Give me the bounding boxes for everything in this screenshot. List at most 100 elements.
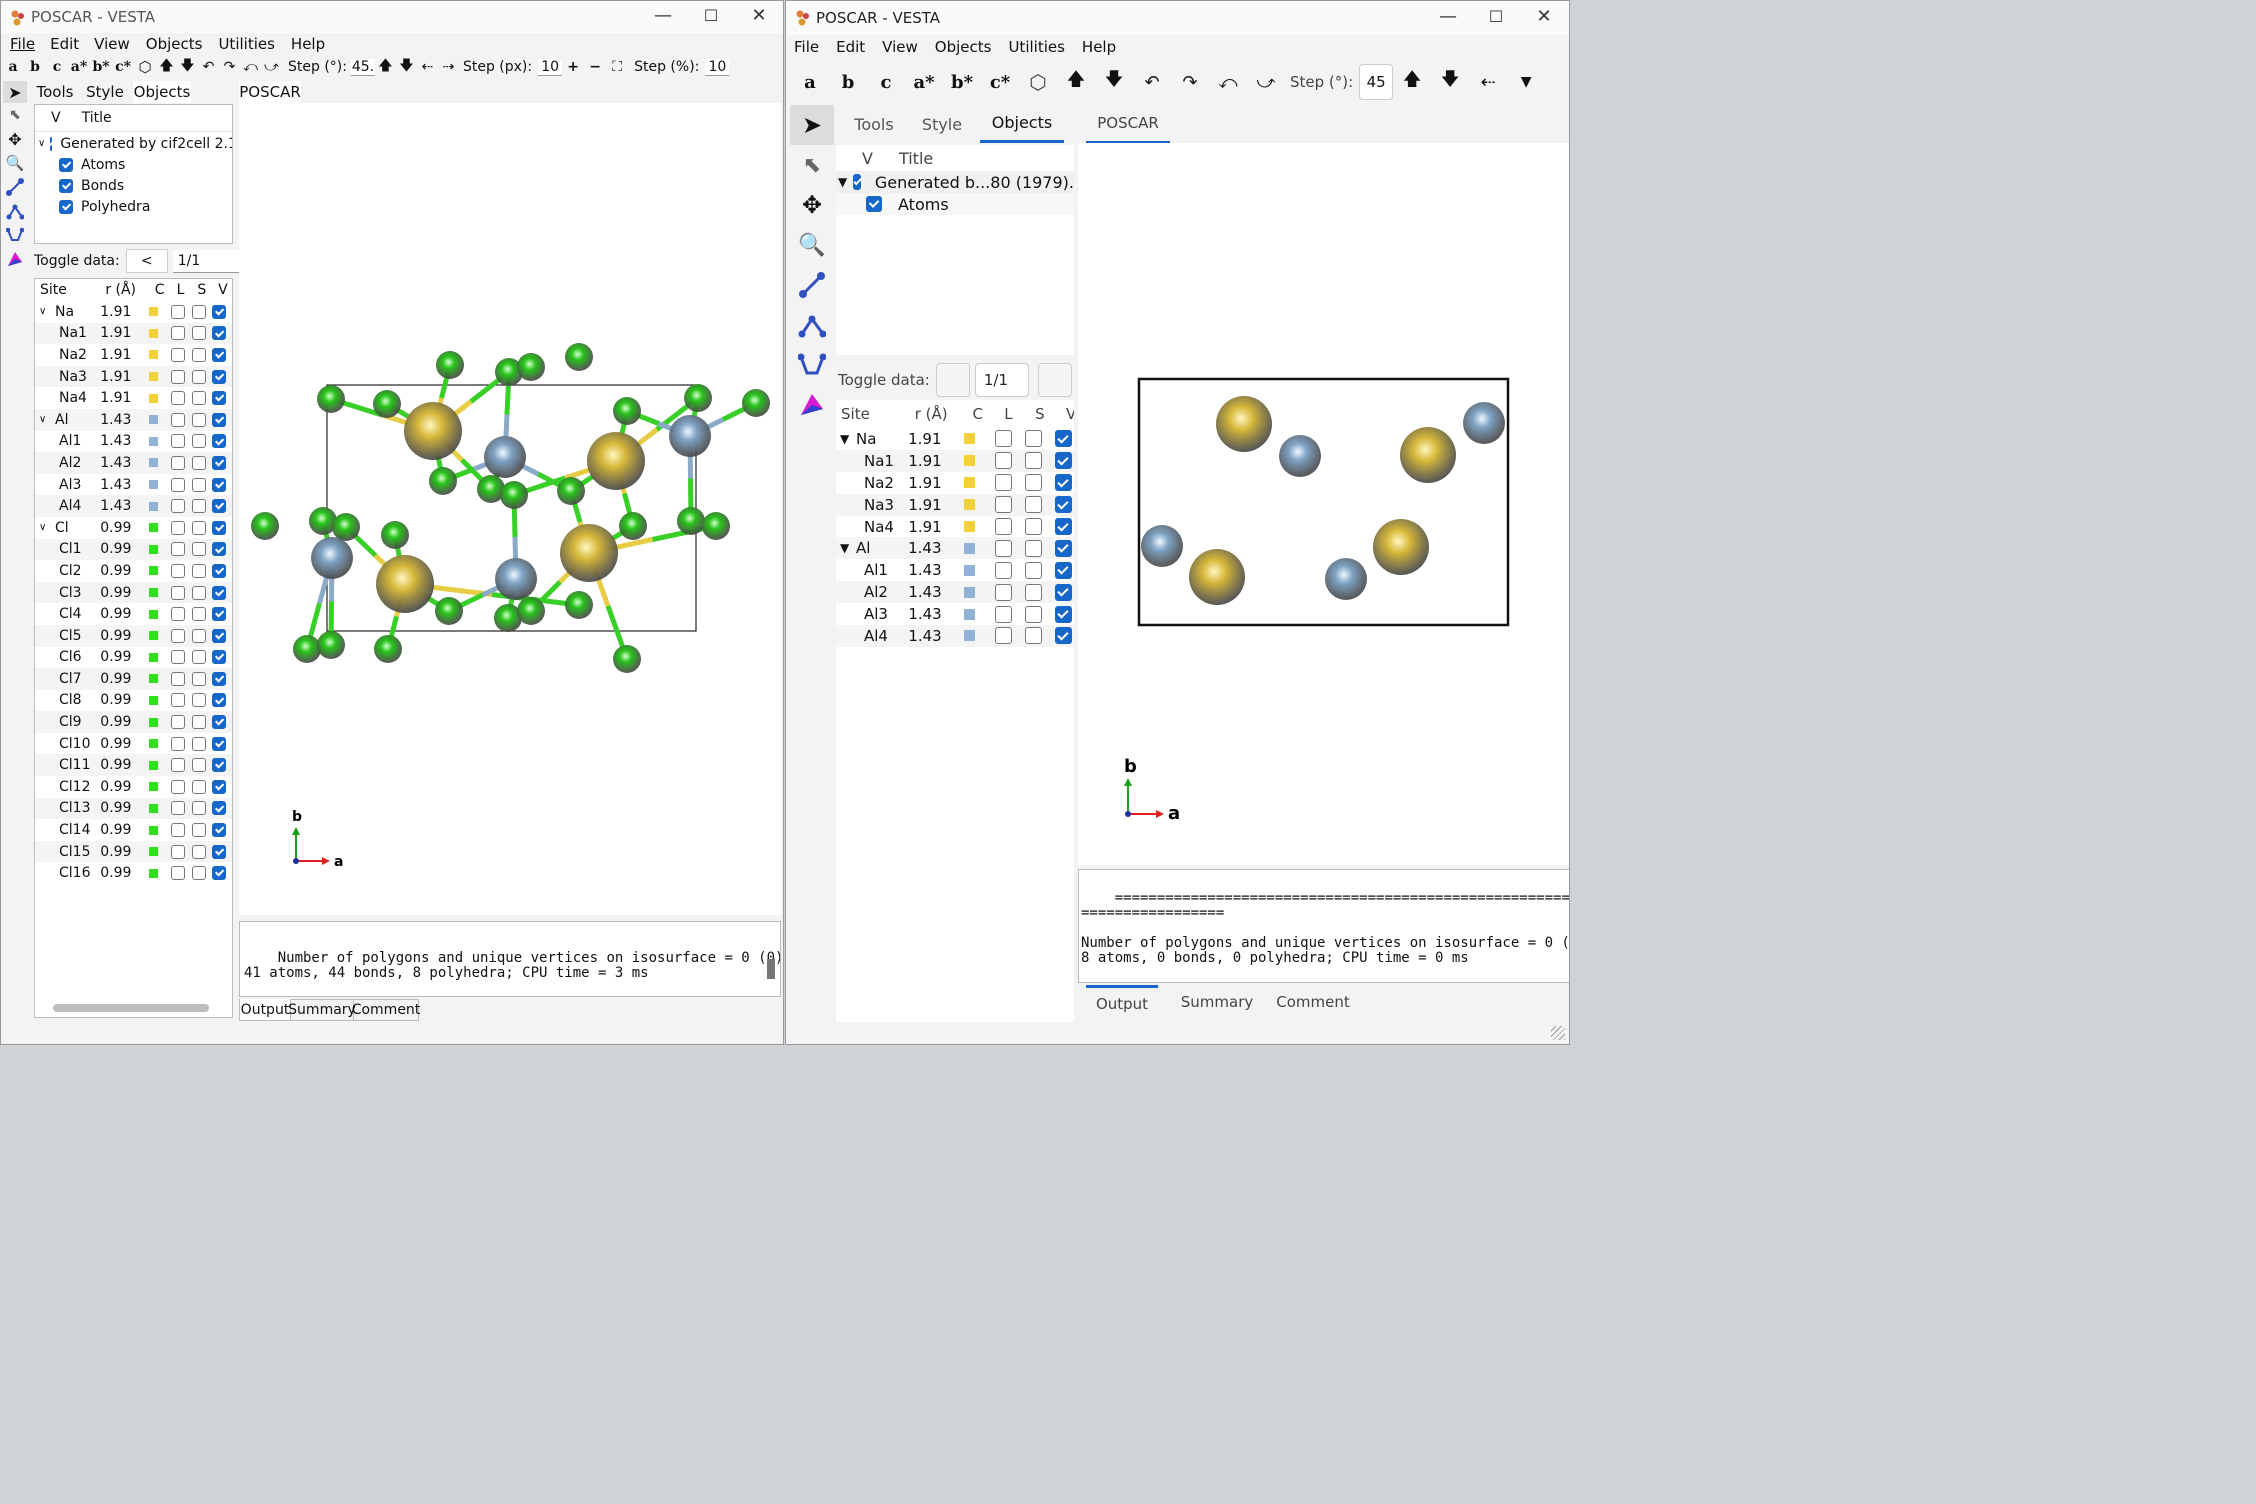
tab-objects[interactable]: Objects [980,105,1064,143]
tree-row-root[interactable]: ▼ Generated b...80 (1979). [836,171,1074,193]
rotate-cw-icon[interactable]: ⤻ [1247,72,1285,93]
site-row[interactable]: Na3 1.91 [836,493,1074,516]
site-row[interactable]: ▼ Na 1.91 [836,428,1074,450]
label-checkbox[interactable] [171,736,186,751]
color-cell[interactable] [149,480,171,490]
step-deg-input[interactable]: 45 [1359,64,1394,100]
color-cell[interactable] [149,415,171,425]
visible-checkbox[interactable] [212,607,227,622]
horizontal-scrollbar[interactable] [53,1004,209,1012]
tree-row-bonds[interactable]: Bonds [35,175,232,196]
maximize-button[interactable]: ☐ [689,1,733,33]
visible-checkbox[interactable] [212,823,227,838]
view-a-button[interactable]: a [2,59,24,75]
magnify-tool-icon[interactable]: 🔍 [3,151,27,175]
site-row[interactable]: Al3 1.43 [35,474,232,496]
style-checkbox[interactable] [191,412,206,427]
visible-checkbox[interactable] [1054,430,1072,448]
style-checkbox[interactable] [191,823,206,838]
right-structure-viewer[interactable]: ba [1078,143,1569,865]
style-checkbox[interactable] [191,477,206,492]
site-row[interactable]: Na1 1.91 [35,322,232,345]
select-tool-icon[interactable]: ➤ [790,105,834,145]
label-checkbox[interactable] [995,627,1013,645]
style-checkbox[interactable] [1024,474,1042,492]
tree-row-polyhedra[interactable]: Polyhedra [35,196,232,217]
color-cell[interactable] [964,630,995,642]
style-checkbox[interactable] [191,347,206,362]
label-checkbox[interactable] [995,583,1013,601]
style-checkbox[interactable] [1024,518,1042,535]
color-cell[interactable] [964,477,995,489]
color-cell[interactable] [964,433,995,445]
site-row[interactable]: Na4 1.91 [35,387,232,409]
site-row[interactable]: Cl2 0.99 [35,560,232,582]
style-checkbox[interactable] [191,585,206,600]
menu-edit[interactable]: Edit [50,35,79,53]
tab-comment[interactable]: Comment [1268,985,1358,1019]
color-cell[interactable] [149,739,171,749]
color-cell[interactable] [149,436,171,446]
style-checkbox[interactable] [191,866,206,881]
site-row[interactable]: Cl10 0.99 [35,733,232,755]
tab-tools[interactable]: Tools [836,105,912,143]
tab-output[interactable]: Output [1086,985,1158,1019]
visible-checkbox[interactable] [212,628,227,643]
style-checkbox[interactable] [191,628,206,643]
site-row[interactable]: Cl8 0.99 [35,690,232,712]
view-c-star-button[interactable]: c* [112,59,134,75]
visible-checkbox[interactable] [212,304,227,319]
site-row[interactable]: Na3 1.91 [35,365,232,388]
expand-icon[interactable]: ∨ [38,138,45,149]
menu-file[interactable]: File [10,35,35,53]
label-checkbox[interactable] [171,801,186,816]
view-b-button[interactable]: b [24,59,46,75]
style-checkbox[interactable] [1024,583,1042,601]
style-checkbox[interactable] [191,563,206,578]
color-cell[interactable] [149,631,171,641]
visible-checkbox[interactable] [1054,561,1072,579]
color-cell[interactable] [149,695,171,705]
label-checkbox[interactable] [995,605,1013,623]
color-cell[interactable] [149,328,171,338]
site-row[interactable]: Cl7 0.99 [35,668,232,690]
left-view-tab[interactable]: POSCAR [239,81,301,103]
toggle-prev-button[interactable] [935,363,970,397]
menu-utilities[interactable]: Utilities [218,35,274,53]
menu-file[interactable]: File [794,38,819,56]
site-row[interactable]: ▼ Al 1.43 [836,537,1074,560]
rotate-up-icon[interactable]: 🡅 [1057,67,1095,97]
site-row[interactable]: Cl16 0.99 [35,862,232,884]
color-cell[interactable] [149,523,171,533]
translate-right-icon[interactable]: ⇢ [438,59,459,75]
visible-checkbox[interactable] [1054,627,1072,645]
tree-checkbox[interactable] [59,178,73,193]
tab-objects[interactable]: Objects [133,81,191,103]
color-cell[interactable] [149,566,171,576]
color-cell[interactable] [149,652,171,662]
visible-checkbox[interactable] [212,585,227,600]
site-row[interactable]: Na1 1.91 [836,449,1074,472]
label-checkbox[interactable] [171,412,186,427]
toolbar-overflow-icon[interactable]: ▼ [1507,74,1545,90]
select-tool-icon[interactable]: ➤ [3,81,27,103]
increase-icon[interactable]: 🡅 [375,55,396,79]
label-checkbox[interactable] [171,693,186,708]
color-cell[interactable] [149,717,171,727]
view-c-button[interactable]: c [46,59,68,75]
label-checkbox[interactable] [171,844,186,859]
visible-checkbox[interactable] [212,477,227,492]
visible-checkbox[interactable] [212,693,227,708]
visible-checkbox[interactable] [212,347,227,362]
rotate-left-icon[interactable]: ↶ [1133,72,1171,93]
color-cell[interactable] [149,868,171,878]
zoom-in-icon[interactable]: + [562,59,584,75]
menu-edit[interactable]: Edit [836,38,865,56]
label-checkbox[interactable] [171,542,186,557]
tab-summary[interactable]: Summary [1172,985,1262,1019]
label-checkbox[interactable] [171,326,186,341]
label-checkbox[interactable] [171,477,186,492]
rotate-ccw-icon[interactable]: ⤺ [240,59,261,75]
tree-row-atoms[interactable]: Atoms [35,154,232,175]
tree-row-atoms[interactable]: Atoms [836,193,1074,215]
